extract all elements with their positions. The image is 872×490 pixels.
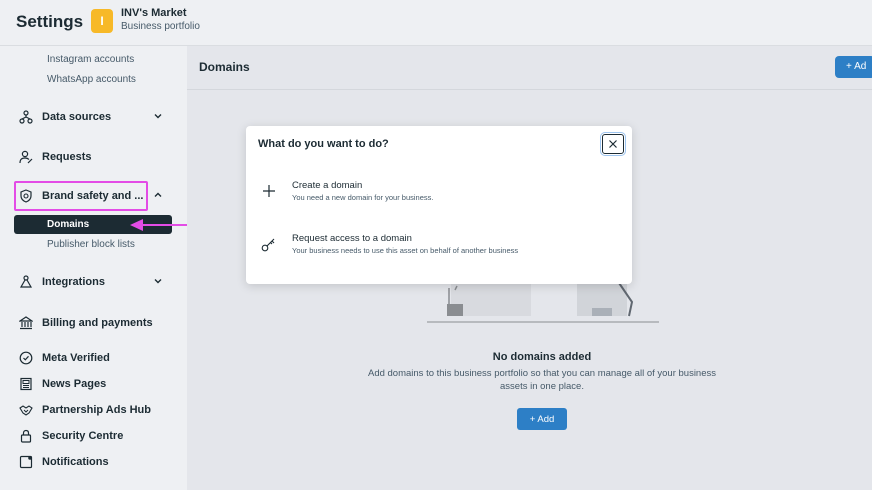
annotation-arrow-head bbox=[130, 219, 143, 231]
top-bar: Settings I INV's Market Business portfol… bbox=[0, 0, 872, 46]
dialog-title: What do you want to do? bbox=[258, 138, 389, 150]
data-sources-icon bbox=[18, 109, 34, 125]
sidebar-item-data-sources[interactable]: Data sources bbox=[18, 105, 162, 129]
sidebar-item-label: Data sources bbox=[42, 111, 112, 123]
account-name[interactable]: INV's Market bbox=[121, 7, 187, 19]
integrations-icon bbox=[18, 274, 34, 290]
lock-icon bbox=[18, 428, 34, 444]
sidebar-item-label: Meta Verified bbox=[42, 352, 110, 364]
option-title: Request access to a domain bbox=[292, 233, 412, 244]
sidebar-item-label: News Pages bbox=[42, 378, 107, 390]
sidebar-subitem-label: Domains bbox=[47, 219, 90, 230]
account-type: Business portfolio bbox=[121, 21, 200, 32]
empty-state-title: No domains added bbox=[492, 351, 592, 363]
sidebar-item-security-centre[interactable]: Security Centre bbox=[18, 424, 123, 448]
plus-icon bbox=[260, 182, 278, 200]
sidebar-item-label: Partnership Ads Hub bbox=[42, 404, 151, 416]
bank-icon bbox=[18, 315, 34, 331]
shield-icon bbox=[18, 188, 34, 204]
add-domain-button[interactable]: + Add bbox=[517, 408, 567, 430]
chevron-down-icon bbox=[154, 279, 162, 284]
option-request-access[interactable]: Request access to a domain Your business… bbox=[260, 233, 620, 263]
section-title: Domains bbox=[199, 60, 250, 74]
verified-badge-icon bbox=[18, 350, 34, 366]
sidebar: Instagram accounts WhatsApp accounts Dat… bbox=[0, 46, 187, 490]
sidebar-item-billing[interactable]: Billing and payments bbox=[18, 311, 153, 335]
notification-icon bbox=[18, 454, 34, 470]
key-icon bbox=[260, 235, 278, 253]
chevron-up-icon bbox=[154, 192, 162, 197]
sidebar-item-label: Integrations bbox=[42, 276, 105, 288]
option-description: Your business needs to use this asset on… bbox=[292, 246, 519, 255]
sidebar-item-partnership-ads[interactable]: Partnership Ads Hub bbox=[18, 398, 151, 422]
page-title: Settings bbox=[16, 12, 84, 31]
option-create-domain[interactable]: Create a domain You need a new domain fo… bbox=[260, 180, 620, 210]
sidebar-item-requests[interactable]: Requests bbox=[18, 145, 92, 169]
account-avatar[interactable]: I bbox=[91, 9, 113, 33]
sidebar-item-label: Security Centre bbox=[42, 430, 124, 442]
sidebar-item-label: Requests bbox=[42, 151, 92, 163]
close-icon bbox=[609, 140, 617, 148]
sidebar-item-notifications[interactable]: Notifications bbox=[18, 450, 109, 474]
sidebar-item-meta-verified[interactable]: Meta Verified bbox=[18, 346, 110, 370]
empty-state-description: Add domains to this business portfolio s… bbox=[367, 368, 716, 392]
option-title: Create a domain bbox=[292, 180, 363, 191]
sidebar-item-brand-safety[interactable]: Brand safety and ... bbox=[18, 184, 162, 208]
handshake-icon bbox=[18, 402, 34, 418]
sidebar-item-label: Notifications bbox=[42, 456, 109, 468]
sidebar-item-news-pages[interactable]: News Pages bbox=[18, 372, 106, 396]
add-domain-button-top[interactable]: + Ad bbox=[835, 56, 872, 78]
news-icon bbox=[18, 376, 34, 392]
main-header: Domains + Ad bbox=[187, 46, 872, 90]
option-description: You need a new domain for your business. bbox=[292, 193, 434, 202]
sidebar-item-label: Brand safety and ... bbox=[42, 190, 144, 202]
requests-icon bbox=[18, 149, 34, 165]
sidebar-item-integrations[interactable]: Integrations bbox=[18, 270, 162, 294]
close-button[interactable] bbox=[600, 132, 626, 156]
sidebar-subitem-whatsapp[interactable]: WhatsApp accounts bbox=[47, 74, 136, 85]
sidebar-item-label: Billing and payments bbox=[42, 317, 153, 329]
chevron-down-icon bbox=[154, 114, 162, 119]
action-dialog: What do you want to do? Create a domain … bbox=[246, 126, 632, 284]
sidebar-subitem-instagram[interactable]: Instagram accounts bbox=[47, 54, 134, 65]
sidebar-subitem-publisher-block-lists[interactable]: Publisher block lists bbox=[47, 239, 135, 250]
